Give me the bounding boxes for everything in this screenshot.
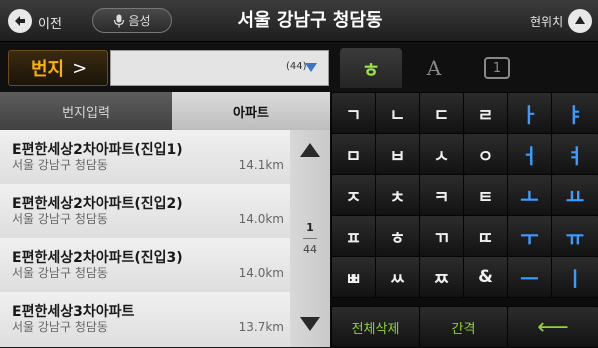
number-icon: 1	[484, 57, 510, 79]
result-distance: 14.0km	[238, 212, 284, 226]
voice-button[interactable]: 음성	[92, 8, 172, 33]
microphone-icon	[114, 14, 125, 27]
key[interactable]: ㅂ	[375, 133, 420, 175]
key[interactable]: &	[463, 256, 508, 298]
key[interactable]: ㄱ	[331, 92, 376, 134]
result-address: 서울 강남구 청담동	[12, 266, 108, 280]
list-item[interactable]: E편한세상3차아파트 서울 강남구 청담동 13.7km	[0, 292, 290, 347]
address-mode-button[interactable]: 번지 >	[8, 50, 108, 86]
key[interactable]: ㄸ	[463, 215, 508, 257]
back-button[interactable]: 이전	[38, 13, 62, 32]
key[interactable]: ㅌ	[463, 174, 508, 216]
dropdown-icon[interactable]	[305, 63, 317, 73]
key[interactable]: ㅁ	[331, 133, 376, 175]
tab-korean[interactable]: ㅎ	[340, 48, 402, 88]
key[interactable]: ㅎ	[375, 215, 420, 257]
back-icon[interactable]	[8, 9, 32, 33]
result-address: 서울 강남구 청담동	[12, 158, 108, 172]
key[interactable]: ㅡ	[507, 256, 552, 298]
clear-all-button[interactable]: 전체삭제	[331, 306, 420, 348]
scroll-down-icon[interactable]	[299, 315, 321, 333]
result-distance: 14.0km	[238, 266, 284, 280]
key[interactable]: ㅆ	[375, 256, 420, 298]
key[interactable]: ㄹ	[463, 92, 508, 134]
key[interactable]: ㅑ	[551, 92, 598, 134]
key[interactable]: ㅜ	[507, 215, 552, 257]
result-distance: 13.7km	[238, 320, 284, 334]
scroll-up-icon[interactable]	[299, 141, 321, 159]
key[interactable]: ㅋ	[419, 174, 464, 216]
key[interactable]: ㅛ	[551, 174, 598, 216]
key[interactable]: ㅏ	[507, 92, 552, 134]
list-item[interactable]: E편한세상2차아파트(진입3) 서울 강남구 청담동 14.0km	[0, 238, 290, 293]
page-title: 서울 강남구 청담동	[237, 10, 383, 31]
key[interactable]: ㄷ	[419, 92, 464, 134]
key[interactable]: ㅠ	[551, 215, 598, 257]
tab-apartment[interactable]: 아파트	[172, 92, 330, 130]
tab-english[interactable]: A	[403, 48, 465, 88]
chevron-right-icon: >	[72, 57, 88, 79]
page-current: 1	[306, 221, 314, 234]
key[interactable]: ㅊ	[375, 174, 420, 216]
key[interactable]: ㅍ	[331, 215, 376, 257]
result-address: 서울 강남구 청담동	[12, 320, 108, 334]
key[interactable]: ㅇ	[463, 133, 508, 175]
key[interactable]: ㅓ	[507, 133, 552, 175]
key[interactable]: ㄴ	[375, 92, 420, 134]
current-location-icon[interactable]	[568, 9, 592, 33]
result-list: E편한세상2차아파트(진입1) 서울 강남구 청담동 14.1km E편한세상2…	[0, 130, 290, 347]
key[interactable]: ㅈ	[331, 174, 376, 216]
voice-label: 음성	[128, 14, 151, 28]
key[interactable]: ㅣ	[551, 256, 598, 298]
list-item[interactable]: E편한세상2차아파트(진입2) 서울 강남구 청담동 14.0km	[0, 184, 290, 239]
tab-number[interactable]: 1	[466, 48, 528, 88]
key[interactable]: ㅗ	[507, 174, 552, 216]
current-location-label[interactable]: 현위치	[530, 13, 563, 30]
result-count: (44)	[286, 61, 307, 72]
list-item[interactable]: E편한세상2차아파트(진입1) 서울 강남구 청담동 14.1km	[0, 130, 290, 185]
key[interactable]: ㅃ	[331, 256, 376, 298]
key[interactable]: ㅅ	[419, 133, 464, 175]
key[interactable]: ㅕ	[551, 133, 598, 175]
space-button[interactable]: 간격	[419, 306, 508, 348]
key[interactable]: ㅉ	[419, 256, 464, 298]
backspace-button[interactable]: ⟵	[507, 306, 598, 348]
key[interactable]: ㄲ	[419, 215, 464, 257]
address-mode-label: 번지	[31, 59, 65, 80]
result-distance: 14.1km	[238, 158, 284, 172]
page-total: 44	[303, 243, 317, 256]
result-address: 서울 강남구 청담동	[12, 212, 108, 226]
page-divider	[303, 238, 317, 239]
tab-lot-input[interactable]: 번지입력	[0, 92, 172, 130]
